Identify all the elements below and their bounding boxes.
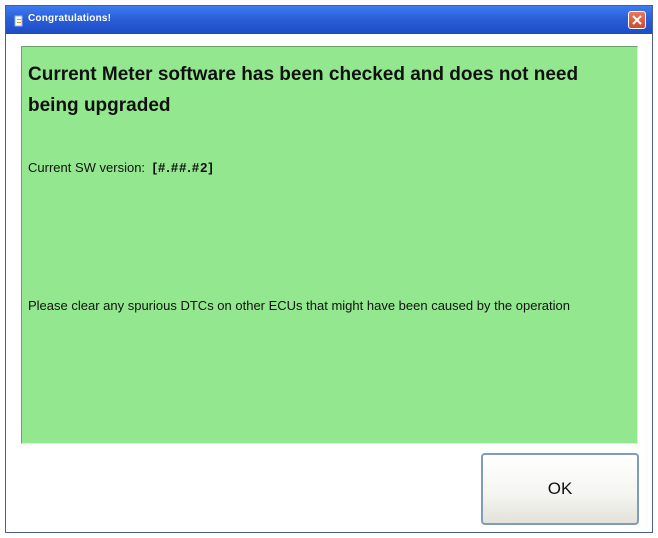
app-icon bbox=[14, 14, 24, 27]
close-icon bbox=[632, 15, 642, 25]
message-panel: Current Meter software has been checked … bbox=[21, 46, 638, 444]
window-title: Congratulations! bbox=[28, 13, 112, 24]
version-value: [#.##.#2] bbox=[152, 160, 214, 176]
ok-button[interactable]: OK bbox=[481, 453, 639, 525]
instruction-text: Please clear any spurious DTCs on other … bbox=[28, 298, 570, 313]
version-label: Current SW version: bbox=[28, 160, 146, 176]
version-row: Current SW version: [#.##.#2] bbox=[28, 159, 214, 175]
close-button[interactable] bbox=[628, 11, 646, 29]
headline-text: Current Meter software has been checked … bbox=[28, 64, 579, 116]
title-bar[interactable]: Congratulations! bbox=[6, 6, 652, 34]
congratulations-dialog: Congratulations! Current Meter software … bbox=[5, 5, 653, 533]
